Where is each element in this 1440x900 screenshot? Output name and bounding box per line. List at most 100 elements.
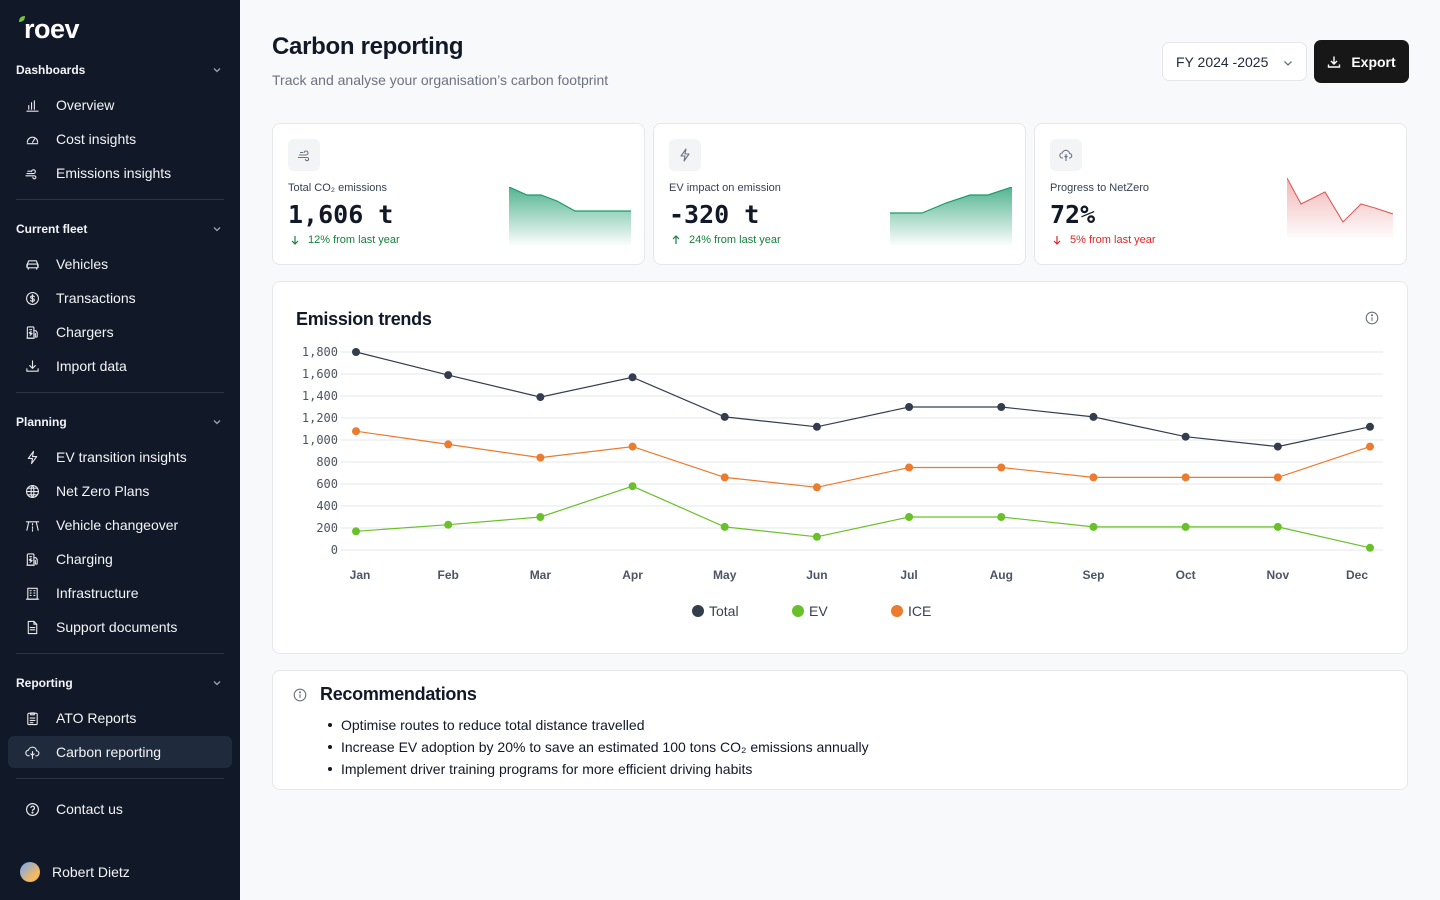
- recommendation-item: Increase EV adoption by 20% to save an e…: [328, 736, 869, 758]
- legend-item-ice[interactable]: ICE: [891, 603, 931, 619]
- sidebar-item-label: Vehicles: [56, 256, 109, 272]
- sidebar-item-label: EV transition insights: [56, 449, 187, 465]
- data-point-ev: [536, 513, 545, 521]
- fiscal-year-value: FY 2024 -2025: [1176, 53, 1269, 70]
- kpi-delta-text: 24% from last year: [689, 234, 781, 246]
- page-title: Carbon reporting: [272, 33, 464, 60]
- kpi-value: 1,606 t: [288, 200, 394, 229]
- sidebar-item-vehicle-changeover[interactable]: Vehicle changeover: [8, 509, 232, 541]
- y-tick-label: 1,000: [302, 433, 338, 447]
- sidebar-item-overview[interactable]: Overview: [8, 89, 232, 121]
- y-tick-label: 200: [316, 521, 338, 535]
- sidebar-item-label: Contact us: [56, 801, 123, 817]
- x-tick-label: Apr: [622, 568, 643, 582]
- section-title: Dashboards: [16, 63, 86, 77]
- kpi-value: 72%: [1050, 200, 1096, 229]
- recommendation-item: Implement driver training programs for m…: [328, 758, 869, 780]
- legend-item-total[interactable]: Total: [692, 603, 739, 619]
- arrow-down-icon: [1053, 236, 1061, 245]
- recommendations-title: Recommendations: [320, 684, 477, 704]
- sidebar: roev Dashboards Overview Cost insights Emis…: [0, 0, 240, 900]
- sidebar-item-net-zero-plans[interactable]: Net Zero Plans: [8, 475, 232, 507]
- sidebar-item-infrastructure[interactable]: Infrastructure: [8, 577, 232, 609]
- data-point-ev: [1273, 522, 1282, 531]
- data-point-ice: [352, 427, 360, 436]
- x-tick-label: Mar: [530, 568, 552, 582]
- data-point-ev: [720, 522, 729, 531]
- x-tick-label: Oct: [1176, 568, 1196, 582]
- sidebar-item-charging[interactable]: Charging: [8, 543, 232, 575]
- export-button[interactable]: Export: [1314, 40, 1409, 83]
- sidebar-item-cost-insights[interactable]: Cost insights: [8, 123, 232, 155]
- road-icon: [24, 517, 40, 533]
- sidebar-section-header[interactable]: Planning: [0, 409, 240, 435]
- sidebar-item-label: Charging: [56, 551, 113, 567]
- sidebar-section-header[interactable]: Dashboards: [0, 57, 240, 83]
- data-point-ice: [628, 442, 637, 451]
- chevron-down-icon: [213, 227, 221, 232]
- y-tick-label: 1,600: [302, 367, 338, 381]
- user-profile[interactable]: Robert Dietz: [20, 862, 130, 882]
- sidebar-item-transactions[interactable]: Transactions: [8, 282, 232, 314]
- sidebar-item-carbon-reporting[interactable]: Carbon reporting: [8, 736, 232, 768]
- sidebar-item-import-data[interactable]: Import data: [8, 350, 232, 382]
- cloud-tree-icon: [24, 744, 40, 760]
- sidebar-item-ev-transition-insights[interactable]: EV transition insights: [8, 441, 232, 473]
- sidebar-item-label: Carbon reporting: [56, 744, 162, 760]
- sidebar-item-label: Net Zero Plans: [56, 483, 150, 499]
- data-point-total: [1089, 412, 1098, 421]
- data-point-ev: [1089, 522, 1098, 531]
- x-tick-label: Jul: [900, 568, 917, 582]
- sparkline-total-emissions: [509, 187, 631, 245]
- lightning-icon: [24, 449, 40, 465]
- data-point-ev: [1181, 522, 1190, 531]
- kpi-card-netzero-progress: Progress to NetZero 72% 5% from last yea…: [1034, 123, 1407, 265]
- sidebar-item-label: ATO Reports: [56, 710, 137, 726]
- emission-trends-chart: 0 200 400 600 800 1,000 1,200 1,400 1,600 1,800 Ja…: [302, 345, 1383, 582]
- sidebar-section-current-fleet: Current fleet Vehicles Transactions Charger…: [0, 216, 240, 384]
- sidebar-item-label: Overview: [56, 97, 115, 113]
- recommendations-list: Optimise routes to reduce total distance…: [328, 714, 869, 780]
- sidebar-item-contact-us[interactable]: Contact us: [8, 793, 232, 825]
- y-tick-label: 1,400: [302, 389, 338, 403]
- data-point-ice: [720, 473, 729, 482]
- x-tick-label: Dec: [1346, 568, 1368, 582]
- fuel-pump-icon: [24, 324, 40, 340]
- sidebar-item-label: Vehicle changeover: [56, 517, 179, 533]
- y-tick-label: 400: [316, 499, 338, 513]
- help-circle-icon: [24, 801, 40, 817]
- clipboard-icon: [24, 710, 40, 726]
- sidebar-section-header[interactable]: Current fleet: [0, 216, 240, 242]
- sidebar-item-label: Support documents: [56, 619, 178, 635]
- sidebar-item-label: Import data: [56, 358, 127, 374]
- sidebar-section-dashboards: Dashboards Overview Cost insights Emissions…: [0, 57, 240, 191]
- series-line-total: [355, 351, 1371, 448]
- sidebar-item-ato-reports[interactable]: ATO Reports: [8, 702, 232, 734]
- legend-label: EV: [809, 603, 828, 619]
- fiscal-year-select[interactable]: FY 2024 -2025: [1162, 42, 1307, 81]
- sidebar-section-header[interactable]: Reporting: [0, 670, 240, 696]
- data-point-ice: [1366, 442, 1374, 451]
- data-point-total: [812, 422, 821, 431]
- data-point-ev: [352, 527, 360, 536]
- sidebar-item-chargers[interactable]: Chargers: [8, 316, 232, 348]
- sidebar-item-vehicles[interactable]: Vehicles: [8, 248, 232, 280]
- kpi-delta-text: 5% from last year: [1070, 234, 1156, 246]
- data-point-total: [997, 403, 1006, 411]
- kpi-delta: 24% from last year: [671, 234, 781, 246]
- data-point-ice: [997, 463, 1006, 472]
- bar-chart-icon: [24, 97, 40, 113]
- data-point-ev: [628, 482, 637, 491]
- x-tick-label: Aug: [990, 568, 1013, 582]
- emission-trends-card: Emission trends 0 200 400 600 800 1,000 1,200 1…: [272, 281, 1408, 654]
- app-name: roev: [24, 14, 80, 44]
- roev-logo[interactable]: roev: [18, 14, 80, 44]
- document-icon: [24, 619, 40, 635]
- sidebar-item-label: Infrastructure: [56, 585, 139, 601]
- data-point-ice: [1273, 473, 1282, 482]
- sidebar-item-support-documents[interactable]: Support documents: [8, 611, 232, 643]
- legend-item-ev[interactable]: EV: [792, 603, 828, 619]
- sidebar-item-emissions-insights[interactable]: Emissions insights: [8, 157, 232, 189]
- sidebar-item-label: Cost insights: [56, 131, 137, 147]
- leaf-icon: [19, 16, 25, 22]
